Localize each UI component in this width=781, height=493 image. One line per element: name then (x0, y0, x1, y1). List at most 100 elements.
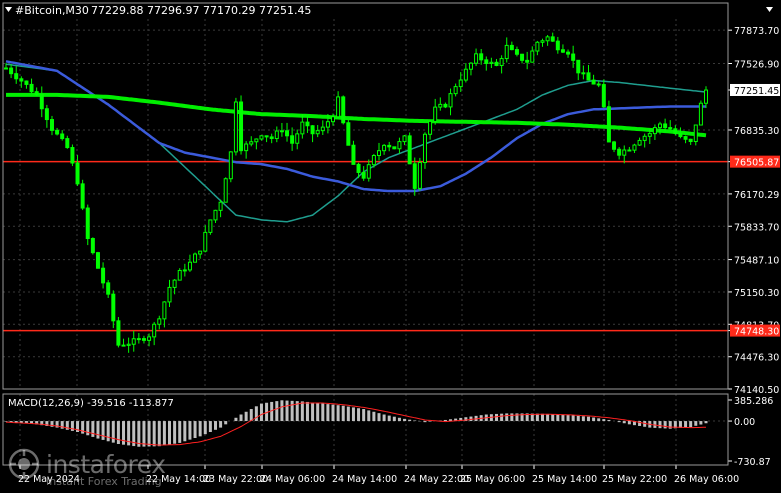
candle-body (254, 138, 259, 143)
candle-body (60, 133, 65, 140)
candle-body (34, 91, 39, 96)
candle-body (382, 144, 387, 152)
candle-body (126, 343, 131, 346)
candle-body (658, 123, 663, 129)
candle-body (632, 144, 637, 151)
candle-body (448, 93, 453, 108)
candle-body (320, 126, 325, 132)
candle-body (218, 201, 223, 211)
candle-body (228, 151, 233, 180)
candle-body (479, 53, 484, 61)
candle-body (576, 59, 581, 74)
candle-body (259, 135, 264, 140)
candle-body (673, 128, 678, 134)
candle (392, 146, 397, 150)
candle-body (182, 269, 187, 272)
candle (407, 132, 412, 165)
candle-body (346, 122, 351, 146)
candle-body (44, 108, 49, 121)
candle-body (678, 132, 683, 138)
candle-body (141, 338, 146, 341)
candle (223, 177, 228, 203)
candle-body (402, 135, 407, 143)
candle-body (407, 135, 412, 165)
y-tick-label: 74140.50 (734, 385, 779, 396)
candle-body (642, 135, 647, 141)
candle-body (520, 53, 525, 61)
candle-body (693, 124, 698, 143)
candle-body (698, 102, 703, 126)
candle-body (489, 61, 494, 64)
candle-body (19, 78, 24, 82)
candle-body (85, 207, 90, 240)
candle-body (55, 129, 60, 135)
candle-body (535, 41, 540, 52)
candle-body (65, 138, 70, 149)
candle-body (193, 253, 198, 263)
candle-body (233, 101, 238, 153)
candle-body (417, 162, 422, 189)
candle-body (9, 67, 14, 75)
candle-body (530, 50, 535, 63)
x-tick-label: 25 May 22:00 (602, 474, 667, 485)
candle-body (341, 96, 346, 124)
candle-body (14, 73, 19, 80)
candle-body (504, 44, 509, 60)
candle-body (494, 61, 499, 66)
y-tick-label: 77251.45 (734, 86, 779, 97)
symbol-label: #Bitcoin,M30 (15, 4, 89, 17)
candle-body (566, 51, 571, 55)
candle-body (116, 320, 121, 346)
candle-body (244, 143, 249, 152)
candle (346, 120, 351, 146)
candle-body (647, 133, 652, 137)
candle-body (351, 144, 356, 165)
candle-body (555, 40, 560, 51)
candle (116, 317, 121, 348)
chart-canvas[interactable]: 77873.70 77526.90 77251.45 76835.30 76505.87… (0, 0, 781, 489)
y-tick-label: 74476.30 (734, 353, 779, 364)
x-tick-label: 23 May 22:00 (203, 474, 268, 485)
candle-body (652, 127, 657, 135)
y-tick-label: 76835.30 (734, 126, 779, 137)
candle-body (131, 338, 136, 345)
watermark: instaforex Instant Forex Trading (6, 448, 181, 488)
ohlc-readout: 77229.88 77296.97 77170.29 77251.45 (91, 4, 311, 17)
candle-body (606, 106, 611, 143)
candle-body (622, 149, 627, 156)
candle-body (336, 96, 341, 118)
candle-body (213, 209, 218, 221)
instaforex-logo-icon (8, 448, 40, 480)
candle-body (203, 231, 208, 252)
candle-body (24, 80, 29, 85)
candle-body (90, 238, 95, 254)
candle-body (285, 130, 290, 137)
candle-body (463, 68, 468, 81)
candle-body (412, 163, 417, 189)
candle-body (290, 135, 295, 144)
candle (80, 179, 85, 211)
candle-body (279, 130, 284, 133)
candle-body (310, 125, 315, 135)
candle-body (300, 121, 305, 135)
candle-body (75, 162, 80, 185)
candle (177, 268, 182, 281)
candle-body (101, 267, 106, 284)
candle-body (458, 79, 463, 88)
candle (698, 100, 703, 126)
candle-body (468, 62, 473, 70)
candle (193, 252, 198, 263)
candle-body (637, 139, 642, 146)
candle-body (443, 103, 448, 108)
candle-body (121, 344, 126, 347)
trading-chart[interactable]: 77873.70 77526.90 77251.45 76835.30 76505.87… (0, 0, 781, 489)
candle-body (422, 133, 427, 164)
macd-label: MACD(12,26,9) -39.516 -113.877 (8, 398, 174, 409)
candle (90, 237, 95, 255)
x-tick-label: 24 May 14:00 (332, 474, 397, 485)
candle-body (668, 127, 673, 130)
candle-body (325, 121, 330, 128)
candle (239, 95, 244, 155)
candle-body (591, 79, 596, 85)
candle-body (264, 135, 269, 138)
